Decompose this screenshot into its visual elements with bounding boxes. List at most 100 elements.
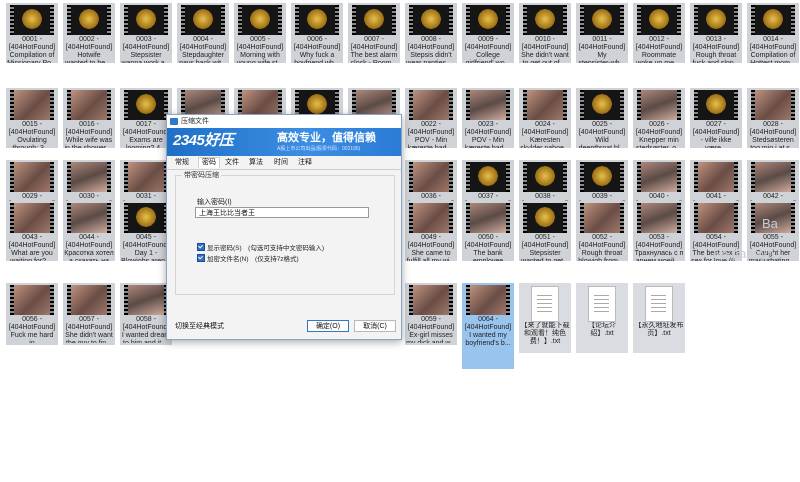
filmstrip-edge — [409, 162, 413, 192]
video-thumbnail — [124, 162, 168, 192]
video-file-item[interactable]: 0023 - [404HotFound] POV - Min kæreste b… — [462, 88, 514, 148]
file-name: 【来了就能下载 和观看！纯色 费！】.txt — [520, 322, 570, 345]
video-file-item[interactable]: 0014 - [404HotFound] Compilation of Hott… — [747, 3, 799, 63]
video-file-item[interactable]: 0016 - [404HotFound] While wife was in t… — [63, 88, 115, 148]
file-name: 0026 - [404HotFound] Knepper min stedsøs… — [635, 121, 683, 148]
video-file-item[interactable]: 0005 - [404HotFound] Morning with young … — [234, 3, 286, 63]
file-name: 0027 - [404HotFound] - ville ikke være..… — [692, 121, 740, 148]
video-file-item[interactable]: 0050 - [404HotFound] The bank employee w… — [462, 201, 514, 261]
filmstrip-edge — [124, 5, 128, 35]
video-file-item[interactable]: 0058 - [404HotFound] I wanted dream to h… — [120, 283, 172, 345]
file-name: 0023 - [404HotFound] POV - Min kæreste b… — [464, 121, 512, 148]
filmstrip-edge — [449, 90, 453, 120]
filmstrip-edge — [523, 5, 527, 35]
file-name: 0001 - [404HotFound] Compilation of Miss… — [7, 36, 57, 63]
text-file-icon — [588, 286, 616, 322]
video-file-item[interactable]: 0001 - [404HotFound] Compilation of Miss… — [6, 3, 58, 63]
filmstrip-edge — [791, 162, 795, 192]
video-file-item[interactable]: 0022 - [404HotFound] POV - Min kæreste b… — [405, 88, 457, 148]
video-thumbnail — [67, 203, 111, 233]
file-name: 0022 - [404HotFound] POV - Min kæreste b… — [407, 121, 455, 148]
video-thumbnail — [124, 203, 168, 233]
filmstrip-edge — [791, 90, 795, 120]
video-file-item[interactable]: 0051 - [404HotFound] Stepsister wanted t… — [519, 201, 571, 261]
brand-slogan: 高效专业，值得信赖 — [277, 132, 376, 144]
filmstrip-edge — [409, 203, 413, 233]
video-file-item[interactable]: 0043 - [404HotFound] What are you waitin… — [6, 201, 58, 261]
show-password-checkbox[interactable]: 显示密码(S) (勾选可支持中文密码输入) — [197, 243, 324, 253]
filmstrip-edge — [694, 203, 698, 233]
file-name: 0009 - [404HotFound] College girlfriend'… — [464, 36, 512, 63]
video-file-item[interactable]: 0053 - [404HotFound] Трахнулась с п арне… — [633, 201, 685, 261]
text-file-item[interactable]: 【永久地址发布 页】.txt — [633, 283, 685, 353]
video-thumbnail — [523, 162, 567, 192]
tab-time[interactable]: 时间 — [274, 158, 288, 168]
tab-files[interactable]: 文件 — [225, 158, 239, 168]
filmstrip-edge — [466, 285, 470, 315]
video-thumbnail — [67, 5, 111, 35]
video-file-item[interactable]: 0003 - [404HotFound] Stepsister wanna wo… — [120, 3, 172, 63]
video-thumbnail — [409, 5, 453, 35]
video-file-item[interactable]: 0011 - [404HotFound] My stepsister-wh... — [576, 3, 628, 63]
tab-algorithm[interactable]: 算法 — [249, 158, 263, 168]
video-thumbnail — [409, 90, 453, 120]
filmstrip-edge — [751, 5, 755, 35]
video-file-item[interactable]: 0006 - [404HotFound] Why fuck a boyfrien… — [291, 3, 343, 63]
filmstrip-edge — [677, 162, 681, 192]
video-file-item[interactable]: 0024 - [404HotFound] Kæresten skylder na… — [519, 88, 571, 148]
video-file-item[interactable]: 0059 - [404HotFound] Ex-girl misses my d… — [405, 283, 457, 345]
video-file-item[interactable]: 0056 - [404HotFound] Fuck me hard in the… — [6, 283, 58, 345]
tab-comment[interactable]: 注释 — [298, 158, 312, 168]
filmstrip-edge — [124, 285, 128, 315]
filmstrip-edge — [107, 162, 111, 192]
video-file-item[interactable]: 0007 - [404HotFound] The best alarm cloc… — [348, 3, 400, 63]
video-file-item[interactable]: 0017 - [404HotFound] Exams are looming? … — [120, 88, 172, 148]
video-file-item[interactable]: 0015 - [404HotFound] Ovulating through: … — [6, 88, 58, 148]
video-file-item[interactable]: 0013 - [404HotFound] Rough throat fuck a… — [690, 3, 742, 63]
video-file-item[interactable]: 0052 - [404HotFound] Rough throat blowjo… — [576, 201, 628, 261]
filmstrip-edge — [67, 203, 71, 233]
text-file-item[interactable]: 【来了就能下载 和观看！纯色 费！】.txt — [519, 283, 571, 353]
file-name: 0017 - [404HotFound] Exams are looming? … — [122, 121, 170, 148]
video-thumbnail — [124, 5, 168, 35]
filmstrip-edge — [107, 90, 111, 120]
video-file-item[interactable]: 0064 - [404HotFound] I wanted my boyfrie… — [462, 283, 514, 369]
video-file-item[interactable]: 0049 - [404HotFound] She came to fulfill… — [405, 201, 457, 261]
file-name: 0016 - [404HotFound] While wife was in t… — [64, 121, 113, 148]
video-file-item[interactable]: 0026 - [404HotFound] Knepper min stedsøs… — [633, 88, 685, 148]
video-file-item[interactable]: 0004 - [404HotFound] Stepdaughter pays b… — [177, 3, 229, 63]
tab-general[interactable]: 常规 — [175, 158, 189, 168]
encrypt-filenames-checkbox[interactable]: 加密文件名(N) (仅支持7z格式) — [197, 254, 299, 264]
file-name: 0008 - [404HotFound] Stepsis didn't wear… — [406, 36, 455, 63]
password-input[interactable]: 上海王比比当者王 — [195, 207, 369, 218]
file-name: 【论坛介绍】.txt — [588, 322, 616, 337]
filmstrip-edge — [694, 90, 698, 120]
video-file-item[interactable]: 0012 - [404HotFound] Roommate woke up me… — [633, 3, 685, 63]
video-file-item[interactable]: 0027 - [404HotFound] - ville ikke være..… — [690, 88, 742, 148]
video-file-item[interactable]: 0045 - [404HotFound] Day 1 - Blowjobs ar… — [120, 201, 172, 261]
cancel-button[interactable]: 取消(C) — [354, 320, 396, 332]
checkbox-checked-icon — [197, 254, 205, 262]
video-thumbnail — [580, 162, 624, 192]
video-file-item[interactable]: 0025 - [404HotFound] Wild deepthroat bl.… — [576, 88, 628, 148]
dialog-titlebar: 压缩文件 — [167, 115, 401, 128]
filmstrip-edge — [50, 90, 54, 120]
checkbox-checked-icon — [197, 243, 205, 251]
video-file-item[interactable]: 0057 - [404HotFound] She didn't want the… — [63, 283, 115, 345]
file-name: 0064 - [404HotFound] I wanted my boyfrie… — [464, 316, 512, 347]
text-file-item[interactable]: 【论坛介绍】.txt — [576, 283, 628, 353]
video-thumbnail — [523, 5, 567, 35]
video-file-item[interactable]: 0010 - [404HotFound] She didn't want to … — [519, 3, 571, 63]
video-file-item[interactable]: 0002 - [404HotFound] Hotwife wanted to b… — [63, 3, 115, 63]
password-group: 带密码压缩 — [175, 170, 395, 295]
switch-classic-mode-button[interactable]: 切换至经典模式 — [175, 321, 233, 333]
video-file-item[interactable]: 0009 - [404HotFound] College girlfriend'… — [462, 3, 514, 63]
tab-password[interactable]: 密码 — [198, 157, 220, 168]
ok-button[interactable]: 确定(O) — [307, 320, 349, 332]
video-file-item[interactable]: 0008 - [404HotFound] Stepsis didn't wear… — [405, 3, 457, 63]
file-name: 0044 - [404HotFound] Красотка хотел а ск… — [64, 234, 114, 261]
video-file-item[interactable]: 0028 - [404HotFound] Stedsøsteren tog mi… — [747, 88, 799, 148]
video-file-item[interactable]: 0044 - [404HotFound] Красотка хотел а ск… — [63, 201, 115, 261]
filmstrip-edge — [677, 90, 681, 120]
file-name: 0010 - [404HotFound] She didn't want to … — [521, 36, 569, 63]
